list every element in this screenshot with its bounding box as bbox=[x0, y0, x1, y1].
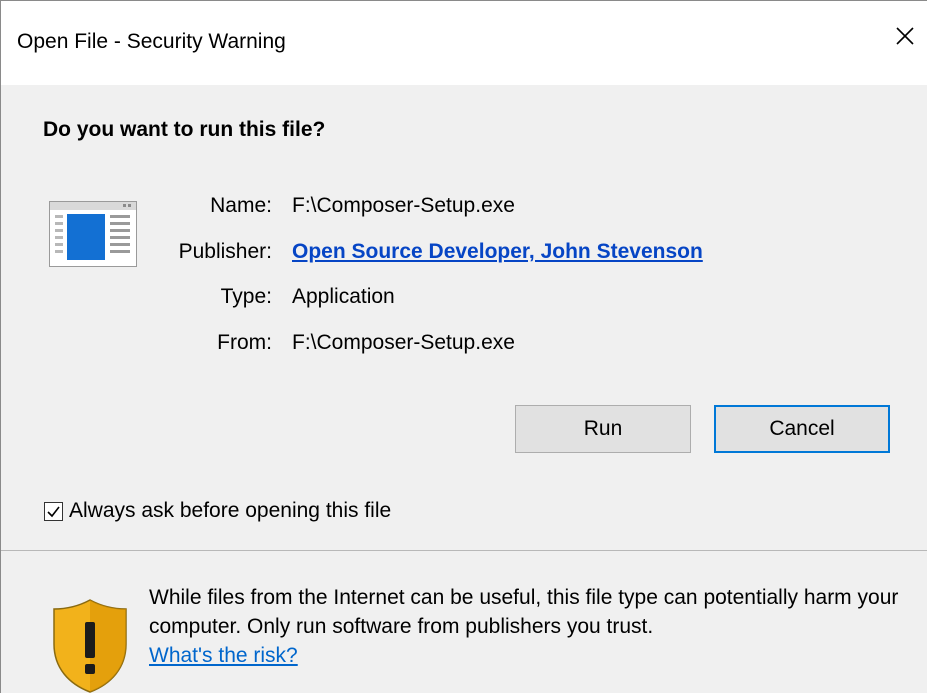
publisher-link[interactable]: Open Source Developer, John Stevenson bbox=[292, 240, 703, 264]
title-bar: Open File - Security Warning bbox=[1, 1, 927, 85]
security-warning-dialog: Open File - Security Warning Do you want… bbox=[0, 0, 927, 693]
close-button[interactable] bbox=[883, 11, 927, 61]
always-ask-label: Always ask before opening this file bbox=[69, 499, 392, 522]
from-label: From: bbox=[217, 331, 272, 354]
close-icon bbox=[896, 27, 914, 45]
separator bbox=[1, 550, 927, 551]
warning-text: While files from the Internet can be use… bbox=[149, 586, 899, 638]
checkmark-icon bbox=[47, 506, 60, 517]
run-button[interactable]: Run bbox=[515, 405, 691, 453]
prompt-question: Do you want to run this file? bbox=[43, 118, 326, 141]
application-window-icon bbox=[49, 201, 137, 267]
name-label: Name: bbox=[210, 194, 272, 217]
name-value: F:\Composer-Setup.exe bbox=[292, 194, 515, 217]
from-value: F:\Composer-Setup.exe bbox=[292, 331, 515, 354]
whats-the-risk-link[interactable]: What's the risk? bbox=[149, 644, 298, 667]
always-ask-option[interactable]: Always ask before opening this file bbox=[44, 499, 391, 523]
warning-message: While files from the Internet can be use… bbox=[149, 583, 909, 670]
publisher-label: Publisher: bbox=[178, 240, 272, 263]
type-value: Application bbox=[292, 285, 395, 308]
type-label: Type: bbox=[220, 285, 272, 308]
always-ask-checkbox[interactable] bbox=[44, 501, 63, 521]
shield-warning-icon bbox=[53, 599, 127, 693]
window-title: Open File - Security Warning bbox=[17, 30, 286, 53]
cancel-button[interactable]: Cancel bbox=[714, 405, 890, 453]
